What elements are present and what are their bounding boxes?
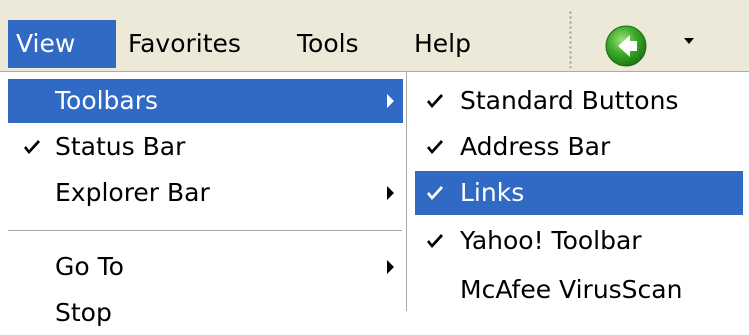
checkmark-icon — [24, 140, 40, 154]
dropdown-arrow-icon[interactable] — [682, 36, 696, 46]
toolbar-grip[interactable] — [569, 10, 572, 68]
submenu-item-yahoo-toolbar[interactable]: Yahoo! Toolbar — [415, 219, 743, 263]
checkmark-icon — [427, 186, 443, 200]
menu-item-go-to[interactable]: Go To — [8, 245, 403, 289]
submenu-arrow-icon — [387, 260, 394, 274]
back-arrow-icon[interactable] — [604, 24, 648, 68]
checkmark-icon — [427, 234, 443, 248]
menu-help[interactable]: Help — [414, 20, 471, 68]
submenu-arrow-icon — [387, 94, 394, 108]
menu-item-label: McAfee VirusScan — [460, 275, 683, 304]
menu-separator — [8, 230, 402, 231]
view-menu: Toolbars Status Bar Explorer Bar Go To S… — [0, 71, 407, 327]
menu-item-stop[interactable]: Stop — [8, 291, 403, 335]
menu-item-label: Yahoo! Toolbar — [460, 226, 642, 255]
submenu-item-standard-buttons[interactable]: Standard Buttons — [415, 79, 743, 123]
toolbars-submenu: Standard Buttons Address Bar Links Yahoo… — [406, 71, 749, 311]
menu-item-label: Address Bar — [460, 132, 611, 161]
menu-tools[interactable]: Tools — [297, 20, 359, 68]
menu-item-label: Standard Buttons — [460, 86, 679, 115]
menu-item-label: Stop — [55, 298, 112, 327]
checkmark-icon — [427, 94, 443, 108]
menu-item-status-bar[interactable]: Status Bar — [8, 125, 403, 169]
menu-item-label: Go To — [55, 252, 124, 281]
menu-item-toolbars[interactable]: Toolbars — [8, 79, 403, 123]
submenu-item-address-bar[interactable]: Address Bar — [415, 125, 743, 169]
checkmark-icon — [427, 140, 443, 154]
submenu-item-mcafee-virusscan[interactable]: McAfee VirusScan — [415, 268, 743, 312]
submenu-arrow-icon — [387, 186, 394, 200]
menu-item-label: Links — [460, 178, 525, 207]
menu-bar: View Favorites Tools Help — [0, 0, 749, 71]
menu-item-label: Toolbars — [55, 86, 159, 115]
menu-item-explorer-bar[interactable]: Explorer Bar — [8, 171, 403, 215]
menu-item-label: Explorer Bar — [55, 178, 210, 207]
menu-item-label: Status Bar — [55, 132, 186, 161]
menu-favorites[interactable]: Favorites — [128, 20, 241, 68]
submenu-item-links[interactable]: Links — [415, 171, 743, 215]
menu-view[interactable]: View — [8, 20, 116, 68]
